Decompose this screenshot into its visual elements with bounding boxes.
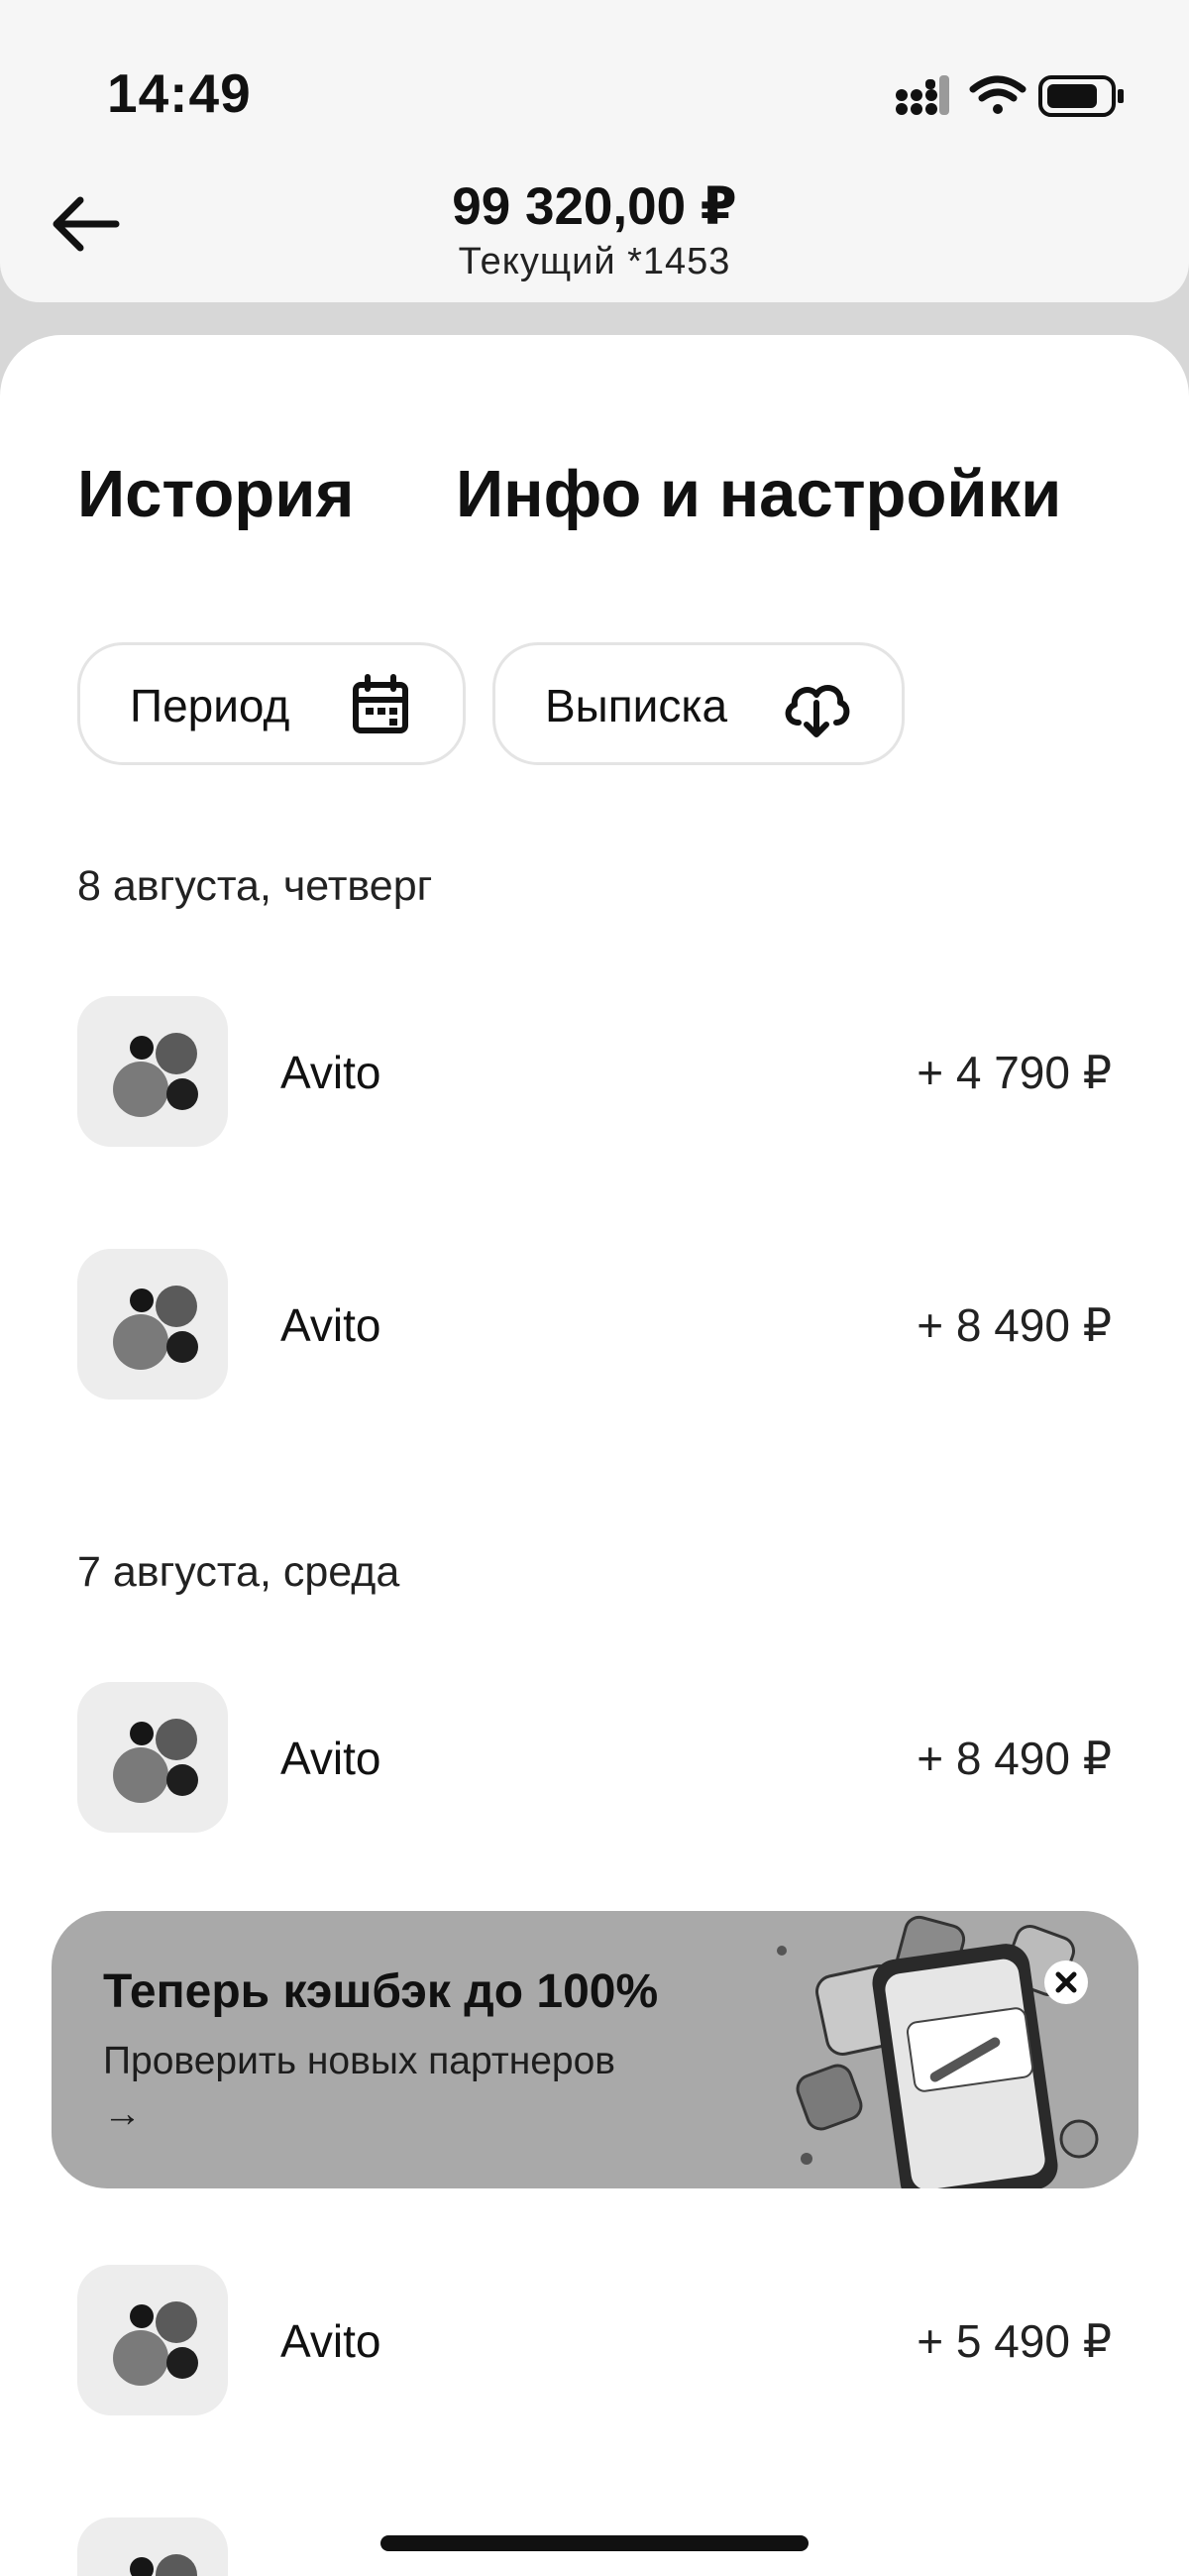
statement-button-label: Выписка (545, 680, 728, 731)
promo-close-button[interactable] (1044, 1960, 1088, 2004)
top-bar: 14:49 99 320,00 ₽ Текущий *1453 (0, 0, 1189, 302)
date-header: 8 августа, четверг (77, 862, 433, 910)
avito-logo-icon (113, 1286, 198, 1370)
promo-link[interactable]: Проверить новых партнеров (103, 2040, 615, 2083)
transaction-amount: + 5 490 ₽ (917, 2315, 1112, 2367)
transaction-name: Avito (280, 1047, 381, 1098)
merchant-logo (77, 2265, 228, 2415)
transaction-amount: + 8 490 ₽ (917, 1299, 1112, 1351)
cashback-promo-banner[interactable]: Теперь кэшбэк до 100% Проверить новых па… (52, 1911, 1138, 2188)
transaction-row[interactable]: Avito + 5 490 ₽ (0, 2265, 1189, 2415)
merchant-logo (77, 2518, 228, 2576)
promo-arrow: → (103, 2092, 142, 2135)
battery-icon (1038, 75, 1124, 117)
transaction-row[interactable]: Avito + 4 790 ₽ (0, 996, 1189, 1147)
promo-illustration-icon (777, 1915, 1099, 2188)
merchant-logo (77, 1682, 228, 1833)
avito-logo-icon (130, 2554, 197, 2576)
transaction-row[interactable]: Avito + 8 490 ₽ (0, 1249, 1189, 1400)
tab-info-settings[interactable]: Инфо и настройки (456, 456, 1061, 532)
statement-button[interactable]: Выписка (492, 642, 905, 765)
transaction-row[interactable]: Avito + 8 490 ₽ (0, 1682, 1189, 1833)
wifi-icon (969, 75, 1027, 114)
transaction-amount: + 4 790 ₽ (917, 1047, 1112, 1098)
transaction-name: Avito (280, 2315, 381, 2367)
merchant-logo (77, 1249, 228, 1400)
close-icon (1055, 1971, 1077, 1993)
avito-logo-icon (113, 1719, 198, 1803)
merchant-logo (77, 996, 228, 1147)
account-name: Текущий *1453 (458, 241, 731, 282)
account-balance: 99 320,00 ₽ (452, 177, 737, 236)
avito-logo-icon (113, 1033, 198, 1117)
period-filter-label: Период (130, 680, 290, 731)
status-icons (882, 67, 1130, 121)
calendar-icon (353, 674, 408, 733)
transaction-amount: + 8 490 ₽ (917, 1733, 1112, 1784)
date-header: 7 августа, среда (77, 1548, 400, 1596)
tab-history[interactable]: История (77, 456, 354, 532)
status-indicators-icon (896, 75, 1124, 117)
transaction-name: Avito (280, 1733, 381, 1784)
transaction-name: Avito (280, 1299, 381, 1351)
cellular-signal-icon (896, 75, 949, 115)
avito-logo-icon (113, 2301, 198, 2386)
cloud-download-icon (785, 685, 850, 737)
status-time: 14:49 (107, 62, 252, 124)
home-indicator[interactable] (380, 2535, 809, 2551)
period-filter-button[interactable]: Период (77, 642, 466, 765)
promo-title: Теперь кэшбэк до 100% (103, 1965, 659, 2018)
